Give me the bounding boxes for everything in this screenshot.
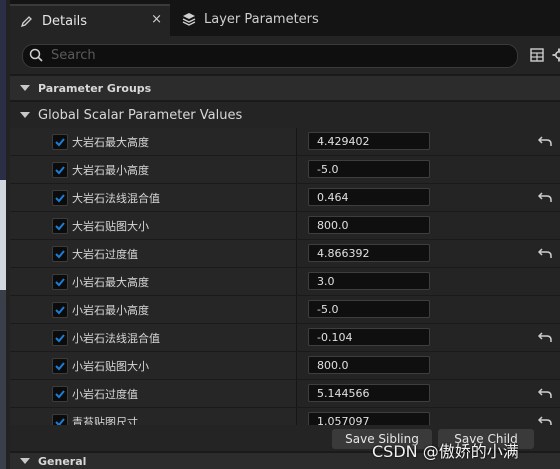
tab-layer-parameters-label: Layer Parameters — [204, 11, 319, 27]
param-label: 小岩石过度值 — [72, 388, 138, 401]
viewport-edge — [0, 0, 10, 469]
watermark: CSDN @傲娇的小满 — [372, 442, 519, 461]
column-divider — [296, 128, 297, 155]
param-label: 小岩石最大高度 — [72, 276, 149, 289]
table-row: 小岩石最小高度 -5.0 — [10, 296, 560, 324]
close-icon[interactable]: × — [151, 12, 162, 27]
layers-icon — [182, 12, 196, 26]
param-label: 小岩石贴图大小 — [72, 360, 149, 373]
tab-details-label: Details — [42, 13, 88, 29]
tab-bar: Details × Layer Parameters — [10, 0, 560, 36]
table-row: 大岩石最小高度 -5.0 — [10, 156, 560, 184]
override-checkbox[interactable] — [52, 358, 68, 374]
pencil-icon — [20, 14, 34, 28]
tab-layer-parameters[interactable]: Layer Parameters — [172, 4, 372, 34]
param-label: 小岩石法线混合值 — [72, 332, 160, 345]
table-row: 大岩石过度值 4.866392 — [10, 240, 560, 268]
search-icon — [29, 48, 43, 65]
param-value-field[interactable]: 800.0 — [308, 356, 430, 374]
override-checkbox[interactable] — [52, 386, 68, 402]
table-row: 大岩石最大高度 4.429402 — [10, 128, 560, 156]
chevron-down-icon — [20, 112, 30, 118]
table-row: 大岩石法线混合值 0.464 — [10, 184, 560, 212]
reset-to-default-icon[interactable] — [537, 247, 552, 262]
param-value-field[interactable]: -5.0 — [308, 300, 430, 318]
override-checkbox[interactable] — [52, 134, 68, 150]
group-global-scalar[interactable]: Global Scalar Parameter Values — [10, 102, 560, 128]
chevron-down-icon — [20, 458, 30, 464]
search-placeholder: Search — [51, 48, 96, 63]
column-divider — [296, 184, 297, 211]
column-divider — [296, 156, 297, 183]
section-parameter-groups-label: Parameter Groups — [38, 81, 152, 95]
chevron-down-icon — [20, 85, 30, 91]
override-checkbox[interactable] — [52, 302, 68, 318]
override-checkbox[interactable] — [52, 218, 68, 234]
param-value-field[interactable]: 4.866392 — [308, 244, 430, 262]
column-divider — [296, 240, 297, 267]
table-row: 大岩石贴图大小 800.0 — [10, 212, 560, 240]
override-checkbox[interactable] — [52, 330, 68, 346]
column-divider — [296, 324, 297, 351]
override-checkbox[interactable] — [52, 190, 68, 206]
group-global-scalar-label: Global Scalar Parameter Values — [38, 107, 243, 123]
param-label: 大岩石最大高度 — [72, 136, 149, 149]
reset-to-default-icon[interactable] — [537, 191, 552, 206]
param-value-field[interactable]: -5.0 — [308, 160, 430, 178]
column-divider — [296, 212, 297, 239]
param-value-field[interactable]: 0.464 — [308, 188, 430, 206]
table-row: 小岩石贴图大小 800.0 — [10, 352, 560, 380]
override-checkbox[interactable] — [52, 246, 68, 262]
table-row: 小岩石法线混合值 -0.104 — [10, 324, 560, 352]
column-divider — [296, 268, 297, 295]
tab-details[interactable]: Details × — [10, 4, 170, 36]
parameter-list: 大岩石最大高度 4.429402 大岩石最小高度 -5.0 大岩石法线混合值 0.464 大… — [10, 128, 560, 436]
param-value-field[interactable]: 3.0 — [308, 272, 430, 290]
reset-to-default-icon[interactable] — [537, 331, 552, 346]
section-parameter-groups[interactable]: Parameter Groups — [10, 76, 560, 100]
column-divider — [296, 352, 297, 379]
param-label: 大岩石法线混合值 — [72, 192, 160, 205]
table-row: 小岩石最大高度 3.0 — [10, 268, 560, 296]
param-value-field[interactable]: -0.104 — [308, 328, 430, 346]
reset-to-default-icon[interactable] — [537, 135, 552, 150]
section-general-label: General — [38, 454, 87, 468]
reset-to-default-icon[interactable] — [537, 387, 552, 402]
param-value-field[interactable]: 5.144566 — [308, 384, 430, 402]
param-value-field[interactable]: 4.429402 — [308, 132, 430, 150]
param-label: 大岩石贴图大小 — [72, 220, 149, 233]
param-label: 大岩石过度值 — [72, 248, 138, 261]
table-view-icon[interactable] — [530, 48, 544, 65]
override-checkbox[interactable] — [52, 274, 68, 290]
param-value-field[interactable]: 800.0 — [308, 216, 430, 234]
column-divider — [296, 296, 297, 323]
gear-icon[interactable] — [552, 48, 560, 65]
override-checkbox[interactable] — [52, 162, 68, 178]
column-divider — [296, 380, 297, 407]
search-input[interactable]: Search — [22, 44, 518, 68]
param-label: 小岩石最小高度 — [72, 304, 149, 317]
param-label: 大岩石最小高度 — [72, 164, 149, 177]
table-row: 小岩石过度值 5.144566 — [10, 380, 560, 408]
search-row: Search — [10, 36, 560, 74]
